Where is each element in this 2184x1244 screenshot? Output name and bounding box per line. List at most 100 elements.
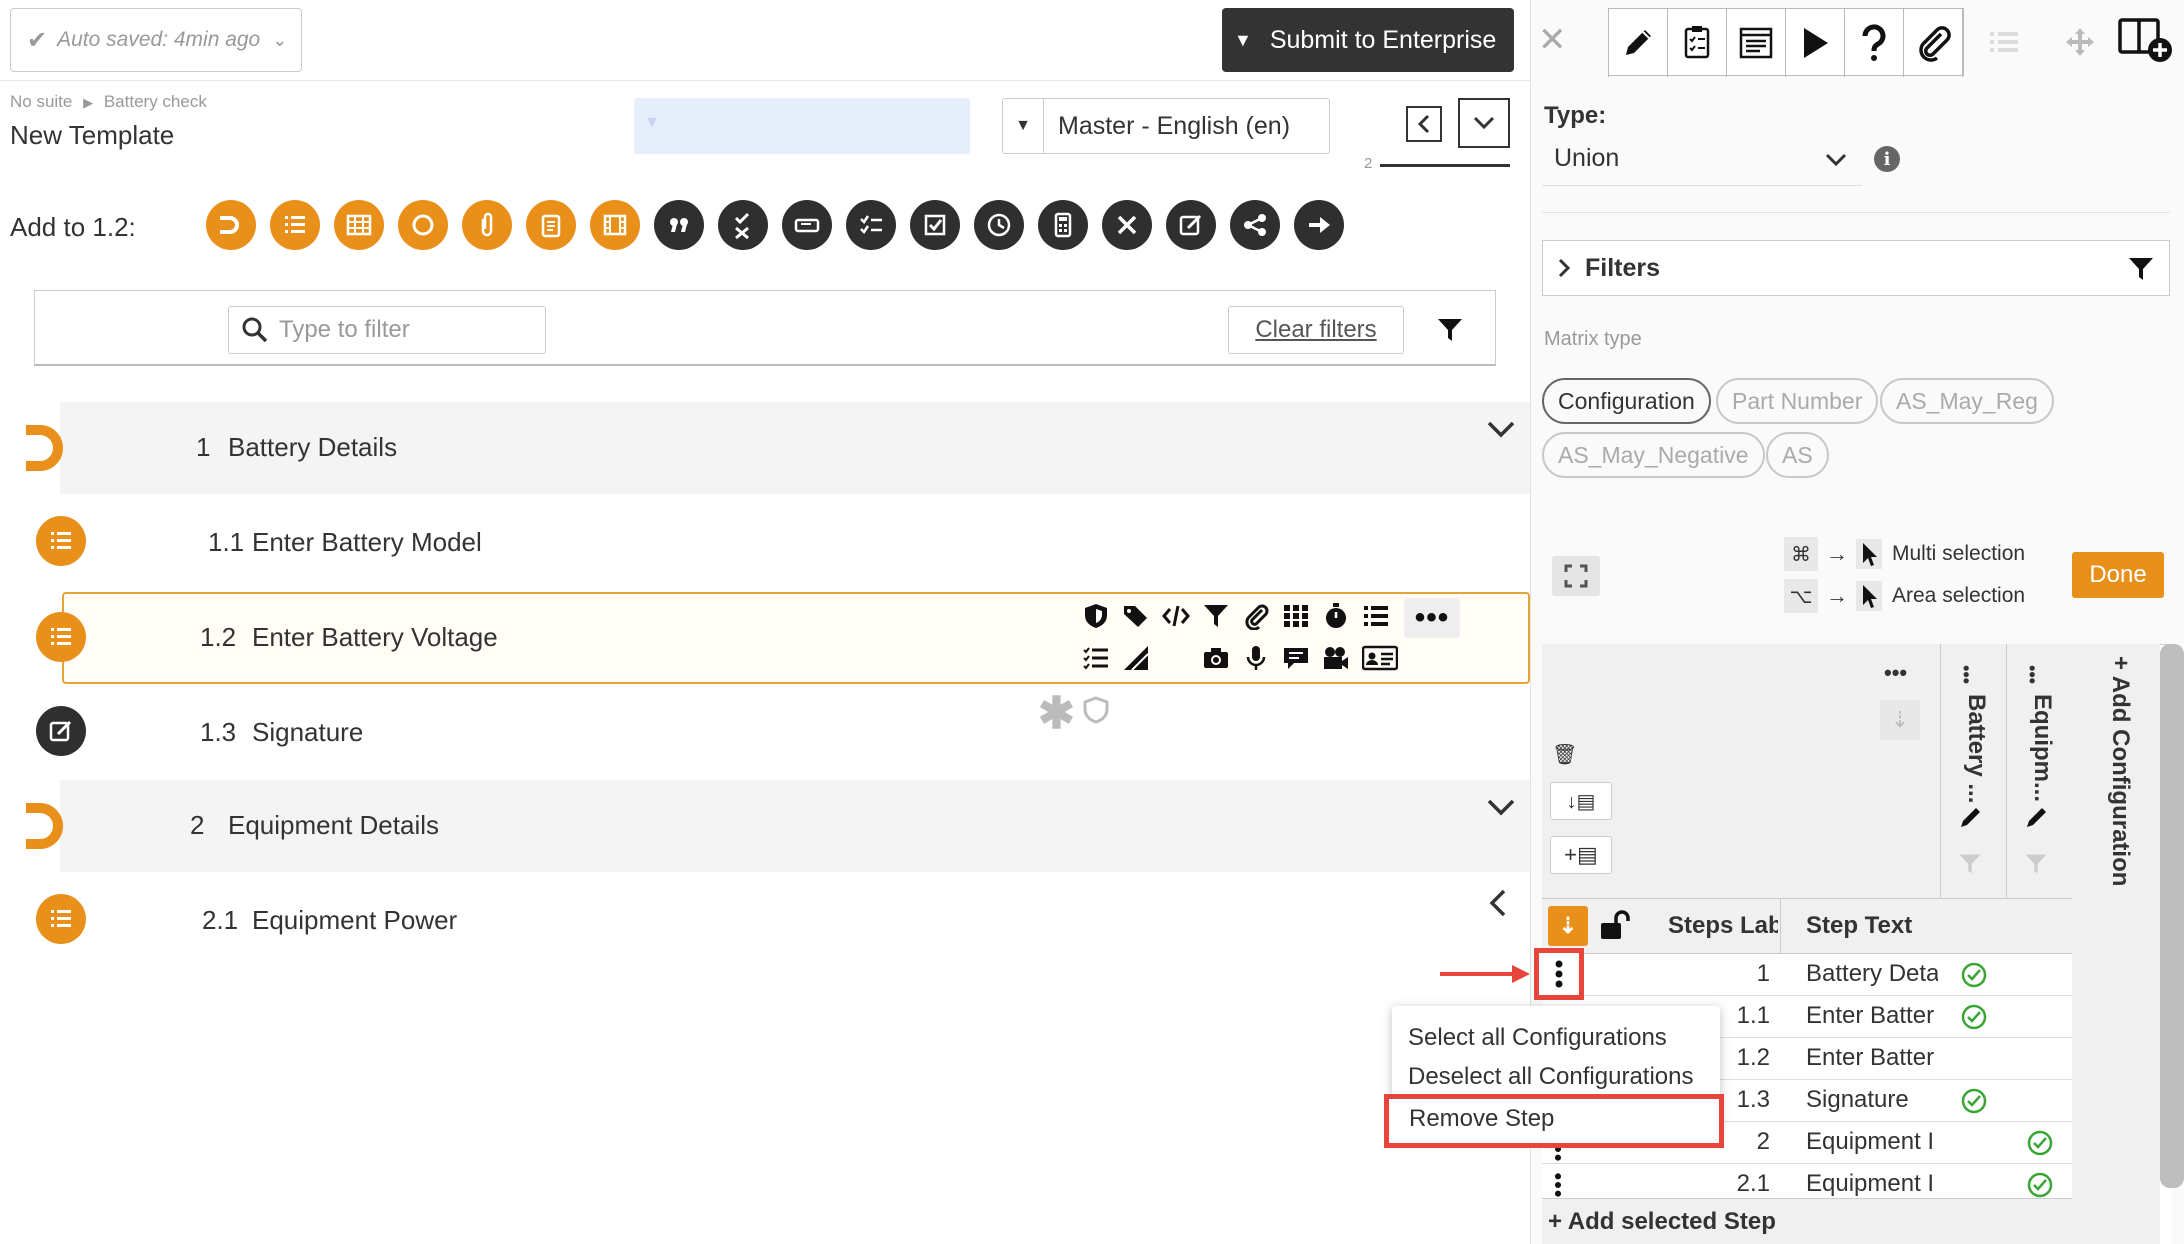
table-icon[interactable] bbox=[334, 200, 384, 250]
add-row-button[interactable]: +▤ bbox=[1550, 836, 1612, 874]
pencil-icon[interactable] bbox=[2024, 804, 2050, 830]
chip-as[interactable]: AS bbox=[1766, 432, 1829, 478]
list-icon[interactable] bbox=[270, 200, 320, 250]
clear-filters-button[interactable]: Clear filters bbox=[1228, 306, 1404, 354]
microphone-icon[interactable] bbox=[1242, 644, 1270, 672]
tags-icon[interactable] bbox=[1122, 602, 1150, 630]
collapse-button[interactable] bbox=[1458, 98, 1510, 148]
add-selected-step-button[interactable]: + Add selected Step bbox=[1542, 1198, 2072, 1244]
menu-item-remove-step[interactable]: Remove Step bbox=[1384, 1094, 1724, 1148]
breadcrumb-item[interactable]: Battery check bbox=[104, 92, 207, 111]
chevron-down-icon[interactable] bbox=[1486, 420, 1516, 440]
insert-below-button[interactable]: ↓▤ bbox=[1550, 782, 1612, 820]
filters-accordion[interactable]: Filters bbox=[1542, 240, 2170, 296]
breadcrumb-suite[interactable]: No suite bbox=[10, 92, 72, 111]
submit-button[interactable]: ▼ Submit to Enterprise bbox=[1222, 8, 1514, 72]
quote-icon[interactable] bbox=[654, 200, 704, 250]
config-cell[interactable] bbox=[2008, 1122, 2072, 1164]
checkbox-icon[interactable] bbox=[910, 200, 960, 250]
filter-icon[interactable] bbox=[1958, 852, 1982, 876]
config-cell[interactable] bbox=[2008, 1080, 2072, 1122]
calculator-icon[interactable] bbox=[1038, 200, 1088, 250]
attachment-icon[interactable] bbox=[462, 200, 512, 250]
chip-part-number[interactable]: Part Number bbox=[1716, 378, 1879, 424]
signal-icon[interactable] bbox=[1122, 644, 1150, 672]
code-icon[interactable] bbox=[1162, 602, 1190, 630]
sort-button[interactable]: ⇣ bbox=[1880, 700, 1920, 740]
column-more-icon[interactable]: ••• bbox=[1884, 660, 1907, 686]
shield-icon[interactable] bbox=[1082, 602, 1110, 630]
menu-item-deselect-all[interactable]: Deselect all Configurations bbox=[1408, 1063, 1693, 1091]
config-cell[interactable] bbox=[2008, 1038, 2072, 1080]
more-button[interactable]: ••• bbox=[1404, 598, 1460, 638]
language-select[interactable]: ▼ Master - English (en) bbox=[1002, 98, 1330, 154]
column-more-icon[interactable]: ••• bbox=[2021, 665, 2042, 684]
pencil-icon[interactable] bbox=[1958, 804, 1984, 830]
clipboard-icon[interactable] bbox=[526, 200, 576, 250]
col-header-steps-label[interactable]: Steps Lab bbox=[1668, 912, 1778, 940]
move-icon[interactable] bbox=[2064, 26, 2096, 58]
chevron-down-icon[interactable] bbox=[1486, 798, 1516, 818]
config-cell[interactable] bbox=[1942, 996, 2006, 1038]
attach-tool-button[interactable] bbox=[1903, 9, 1963, 77]
fullscreen-button[interactable] bbox=[1552, 556, 1600, 596]
config-cell[interactable] bbox=[1942, 954, 2006, 996]
signature-icon[interactable] bbox=[1166, 200, 1216, 250]
sort-order-button[interactable]: ⇣ bbox=[1548, 906, 1588, 946]
done-button[interactable]: Done bbox=[2072, 552, 2164, 598]
section-icon[interactable] bbox=[206, 200, 256, 250]
chip-as-may-negative[interactable]: AS_May_Negative bbox=[1542, 432, 1765, 478]
check-cross-icon[interactable] bbox=[718, 200, 768, 250]
circle-icon[interactable] bbox=[398, 200, 448, 250]
tools-icon[interactable] bbox=[1102, 200, 1152, 250]
chevron-left-icon[interactable] bbox=[1488, 888, 1508, 918]
database-list-icon[interactable] bbox=[1362, 602, 1390, 630]
row-kebab-button[interactable] bbox=[1534, 948, 1584, 1000]
chip-as-may-reg[interactable]: AS_May_Reg bbox=[1880, 378, 2054, 424]
close-icon[interactable]: ✕ bbox=[1538, 20, 1567, 60]
form-tool-button[interactable] bbox=[1726, 9, 1785, 77]
camera-icon[interactable] bbox=[1202, 644, 1230, 672]
stopwatch-icon[interactable] bbox=[1322, 602, 1350, 630]
clipboard-tool-button[interactable] bbox=[1667, 9, 1726, 77]
comment-icon[interactable] bbox=[1282, 644, 1310, 672]
id-card-icon[interactable] bbox=[1362, 644, 1398, 672]
edit-tool-button[interactable] bbox=[1608, 9, 1667, 77]
help-tool-button[interactable] bbox=[1844, 9, 1903, 77]
arrow-right-icon[interactable] bbox=[1294, 200, 1344, 250]
trash-icon[interactable]: 🗑 bbox=[1552, 742, 1577, 767]
kebab-icon[interactable] bbox=[1553, 1172, 1563, 1198]
grid-icon[interactable] bbox=[1282, 602, 1310, 630]
menu-item-select-all[interactable]: Select all Configurations bbox=[1408, 1024, 1667, 1052]
autosave-dropdown[interactable]: ✔ Auto saved: 4min ago ⌄ bbox=[10, 8, 302, 72]
paperclip-icon[interactable] bbox=[1242, 602, 1270, 630]
template-title[interactable]: New Template bbox=[10, 120, 174, 151]
col-header-step-text[interactable]: Step Text bbox=[1806, 912, 1912, 940]
config-cell[interactable] bbox=[2008, 996, 2072, 1038]
column-more-icon[interactable]: ••• bbox=[1955, 665, 1976, 684]
clock-icon[interactable] bbox=[974, 200, 1024, 250]
config-cell[interactable] bbox=[1942, 1038, 2006, 1080]
filter-input[interactable]: Type to filter bbox=[228, 306, 546, 354]
blank-selector[interactable]: ▼ bbox=[634, 98, 970, 154]
config-cell[interactable] bbox=[2008, 954, 2072, 996]
filter-icon[interactable] bbox=[1202, 602, 1230, 630]
chip-configuration[interactable]: Configuration bbox=[1542, 378, 1711, 424]
play-tool-button[interactable] bbox=[1785, 9, 1844, 77]
filter-icon[interactable] bbox=[1436, 316, 1464, 344]
filter-icon[interactable] bbox=[2024, 852, 2048, 876]
input-field-icon[interactable] bbox=[782, 200, 832, 250]
add-configuration-button[interactable]: + Add Configuration bbox=[2094, 656, 2134, 886]
unlock-icon[interactable] bbox=[1598, 908, 1632, 942]
info-icon[interactable]: i bbox=[1874, 146, 1900, 172]
add-column-icon[interactable] bbox=[2118, 16, 2174, 64]
film-icon[interactable] bbox=[590, 200, 640, 250]
prev-button[interactable] bbox=[1406, 106, 1442, 142]
type-select[interactable]: Union bbox=[1542, 132, 1862, 186]
config-cell[interactable] bbox=[1942, 1080, 2006, 1122]
share-icon[interactable] bbox=[1230, 200, 1280, 250]
config-cell[interactable] bbox=[1942, 1122, 2006, 1164]
video-icon[interactable] bbox=[1322, 644, 1350, 672]
vertical-scrollbar[interactable] bbox=[2160, 644, 2184, 1188]
checklist-icon[interactable] bbox=[846, 200, 896, 250]
